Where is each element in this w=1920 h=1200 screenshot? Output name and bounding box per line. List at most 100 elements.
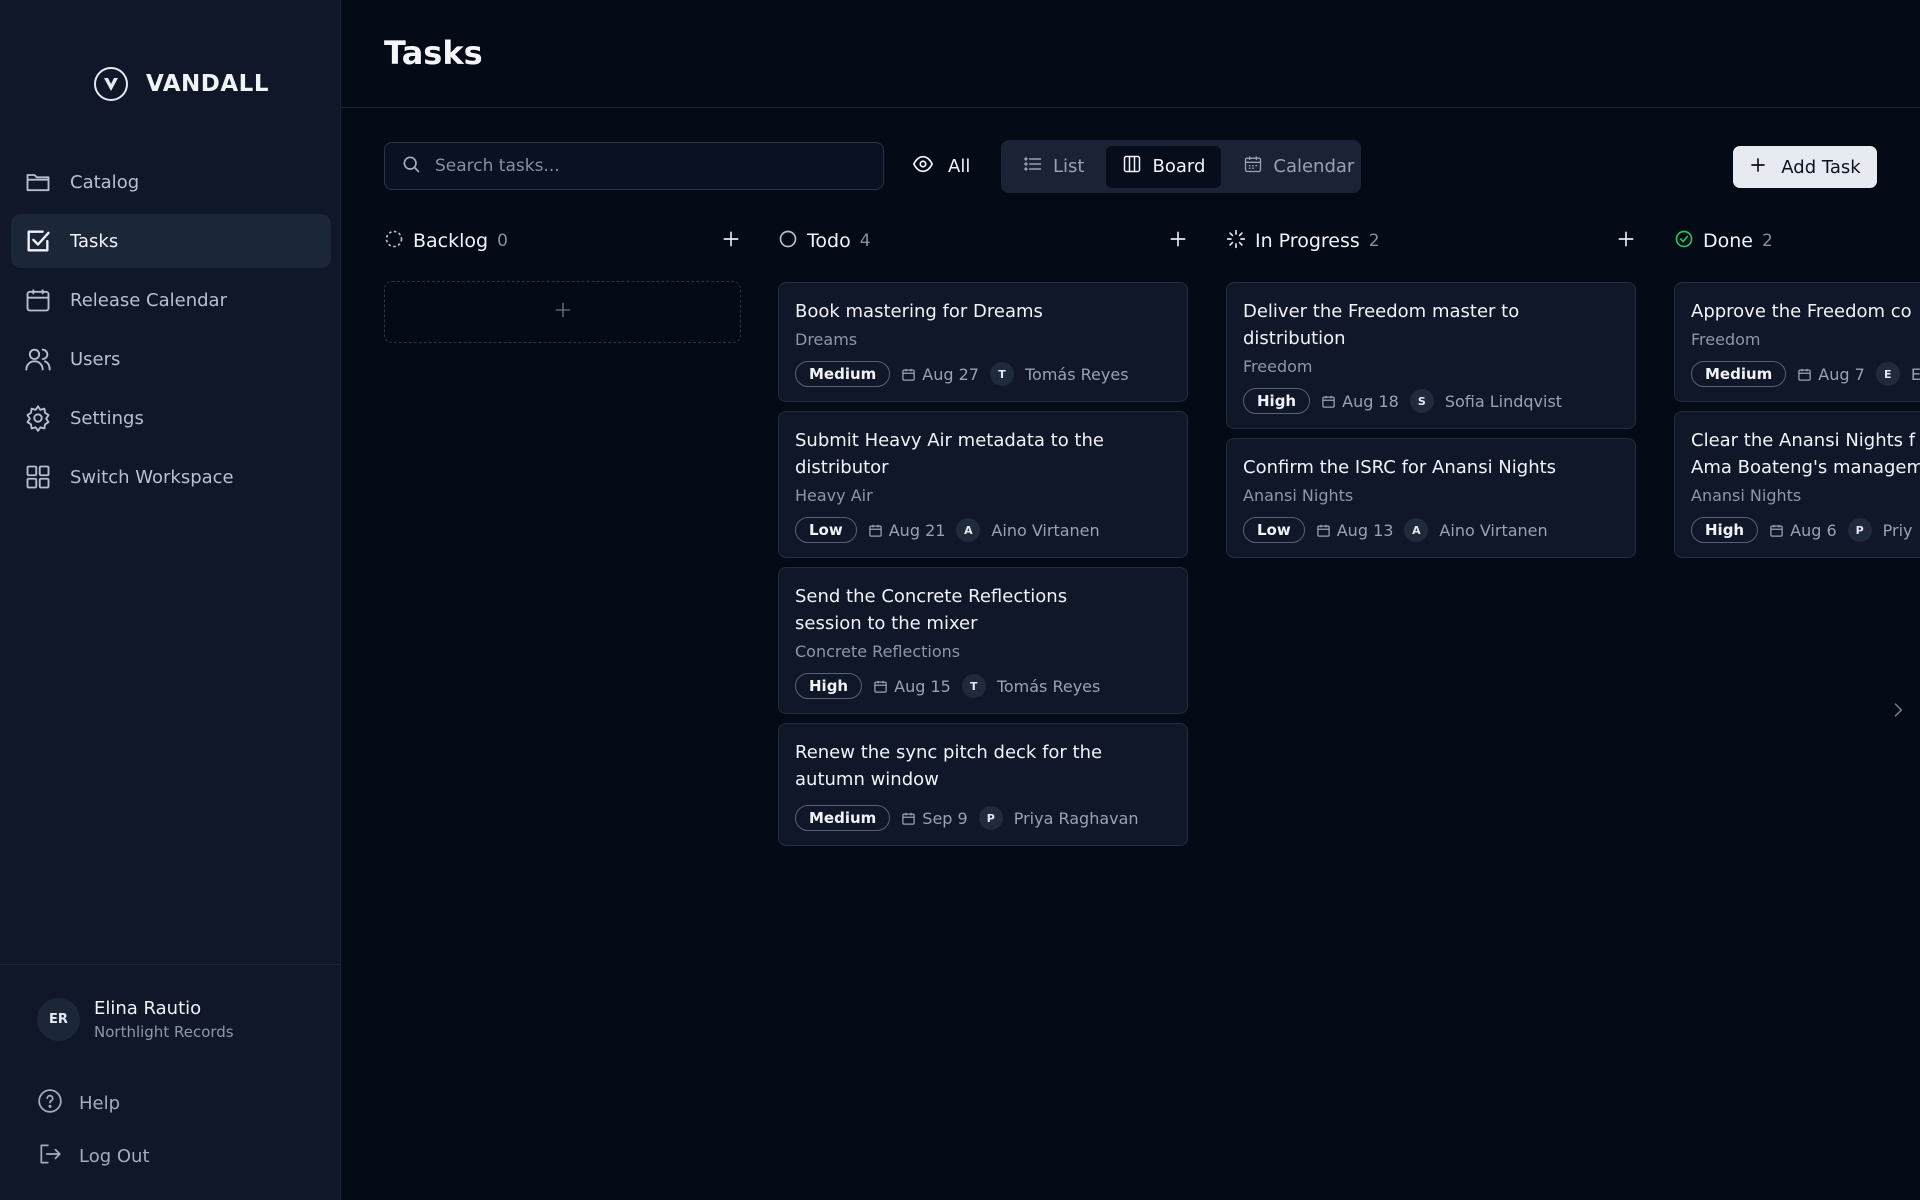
- card-meta: High Aug 18 S Sofia Lindqvist: [1243, 388, 1619, 414]
- due-date-text: Aug 13: [1336, 520, 1394, 540]
- task-card[interactable]: Send the Concrete Reflections session to…: [778, 567, 1188, 714]
- empty-column-add[interactable]: [384, 281, 741, 343]
- view-board-button[interactable]: Board: [1106, 145, 1222, 188]
- task-card[interactable]: Approve the Freedom co Freedom Medium Au…: [1674, 282, 1920, 402]
- sidebar-item-users[interactable]: Users: [11, 332, 331, 386]
- column-done: Done 2 Approve the Freedom co Freedom Me…: [1674, 224, 1920, 567]
- grid-icon: [22, 461, 54, 493]
- card-project: Anansi Nights: [1691, 486, 1802, 505]
- task-card[interactable]: Deliver the Freedom master to distributi…: [1226, 282, 1636, 429]
- priority-badge: Low: [1243, 517, 1305, 543]
- sidebar-item-label: Switch Workspace: [70, 466, 234, 488]
- priority-badge: Medium: [795, 805, 891, 831]
- card-title: Approve the Freedom co: [1691, 301, 1912, 322]
- dashed-circle-icon: [384, 229, 404, 254]
- calendar-icon: [1770, 524, 1783, 537]
- card-list: Approve the Freedom co Freedom Medium Au…: [1674, 282, 1920, 558]
- view-list-button[interactable]: List: [1007, 146, 1100, 188]
- plus-icon: [1749, 156, 1767, 179]
- sidebar-divider: [0, 964, 341, 965]
- due-date: Aug 18: [1321, 392, 1399, 411]
- search-input[interactable]: [435, 156, 855, 176]
- calendar-icon: [1243, 154, 1263, 179]
- user-profile[interactable]: ER Elina Rautio Northlight Records: [37, 998, 234, 1041]
- column-title: Todo: [807, 230, 851, 252]
- sidebar-item-catalog[interactable]: Catalog: [11, 155, 331, 209]
- task-card[interactable]: Renew the sync pitch deck for the autumn…: [778, 723, 1188, 846]
- help-label: Help: [79, 1093, 121, 1114]
- visibility-filter[interactable]: All: [912, 153, 970, 180]
- view-calendar-button[interactable]: Calendar: [1227, 146, 1370, 188]
- assignee-name: Priy: [1882, 520, 1913, 540]
- avatar: A: [1404, 518, 1429, 542]
- due-date: Aug 27: [901, 365, 979, 384]
- sidebar-item-release-calendar[interactable]: Release Calendar: [11, 273, 331, 327]
- column-todo: Todo 4 Book mastering for Dreams Dreams …: [778, 224, 1188, 855]
- search-box[interactable]: [384, 142, 884, 190]
- scroll-right-button[interactable]: [1888, 700, 1908, 724]
- card-title: Clear the Anansi Nights f Ama Boateng's …: [1691, 430, 1920, 478]
- logout-link[interactable]: Log Out: [37, 1141, 150, 1172]
- column-count: 2: [1762, 231, 1773, 251]
- brand-name: VANDALL: [146, 71, 269, 97]
- sidebar-nav: Catalog Tasks Release Calendar Users Set…: [11, 155, 331, 509]
- card-title: Renew the sync pitch deck for the autumn…: [795, 742, 1103, 790]
- card-meta: Low Aug 21 A Aino Virtanen: [795, 517, 1171, 543]
- sidebar-item-label: Release Calendar: [70, 289, 227, 311]
- column-header: Todo 4: [778, 224, 1188, 258]
- column-title: Done: [1703, 230, 1753, 252]
- filter-label: All: [948, 156, 971, 177]
- sidebar-item-label: Catalog: [70, 171, 140, 193]
- task-card[interactable]: Book mastering for Dreams Dreams Medium …: [778, 282, 1188, 402]
- column-header: Done 2: [1674, 224, 1920, 258]
- kanban-board: Backlog 0 Todo 4 Book mastering for Drea…: [384, 224, 1920, 1200]
- calendar-icon: [1798, 368, 1812, 381]
- calendar-icon: [1322, 395, 1335, 408]
- task-card[interactable]: Submit Heavy Air metadata to the distrib…: [778, 411, 1188, 558]
- card-meta: Medium Aug 7 E E: [1691, 361, 1920, 387]
- calendar-icon: [1316, 524, 1330, 537]
- logout-icon: [37, 1141, 63, 1172]
- header-divider: [341, 107, 1920, 108]
- brand-logo[interactable]: VANDALL: [94, 67, 269, 101]
- column-count: 0: [497, 231, 508, 251]
- column-count: 4: [859, 231, 871, 251]
- logout-label: Log Out: [79, 1146, 150, 1167]
- calendar-icon: [902, 368, 916, 381]
- add-card-button[interactable]: [1168, 229, 1188, 253]
- add-card-button[interactable]: [721, 229, 741, 253]
- due-date: Aug 15: [873, 677, 951, 696]
- sidebar-item-settings[interactable]: Settings: [11, 391, 331, 445]
- add-task-button[interactable]: Add Task: [1733, 146, 1877, 188]
- due-date: Sep 9: [901, 809, 968, 828]
- task-card[interactable]: Clear the Anansi Nights f Ama Boateng's …: [1674, 411, 1920, 558]
- card-title: Submit Heavy Air metadata to the distrib…: [795, 430, 1104, 478]
- due-date-text: Aug 18: [1342, 391, 1399, 411]
- avatar: ER: [37, 998, 80, 1041]
- priority-badge: Medium: [795, 361, 891, 387]
- due-date: Aug 7: [1797, 365, 1865, 384]
- priority-badge: High: [795, 673, 863, 699]
- card-meta: Low Aug 13 A Aino Virtanen: [1243, 517, 1619, 543]
- due-date: Aug 21: [868, 521, 945, 540]
- task-card[interactable]: Confirm the ISRC for Anansi Nights Anans…: [1226, 438, 1636, 558]
- card-meta: Medium Aug 27 T Tomás Reyes: [795, 361, 1171, 387]
- add-card-button[interactable]: [1616, 229, 1636, 253]
- folder-icon: [22, 166, 54, 198]
- help-link[interactable]: Help: [37, 1088, 120, 1119]
- eye-icon: [912, 153, 934, 180]
- card-title: Deliver the Freedom master to distributi…: [1243, 301, 1520, 349]
- user-name: Elina Rautio: [94, 998, 202, 1019]
- card-project: Freedom: [1691, 330, 1761, 349]
- board-icon: [1122, 154, 1142, 179]
- sidebar-item-switch-workspace[interactable]: Switch Workspace: [11, 450, 331, 504]
- sidebar-item-label: Settings: [70, 407, 144, 429]
- due-date-text: Aug 15: [894, 676, 951, 696]
- circle-icon: [778, 229, 798, 254]
- assignee-name: Aino Virtanen: [991, 520, 1100, 540]
- card-list: Book mastering for Dreams Dreams Medium …: [778, 282, 1188, 846]
- view-switcher: List Board Calendar: [1001, 140, 1361, 193]
- view-list-label: List: [1053, 156, 1085, 177]
- sidebar-item-tasks[interactable]: Tasks: [11, 214, 331, 268]
- priority-badge: Medium: [1691, 361, 1787, 387]
